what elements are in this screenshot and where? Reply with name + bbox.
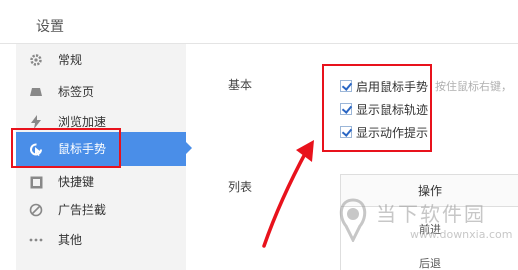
table-row[interactable]: 后退 <box>341 255 518 270</box>
sidebar-item-label: 广告拦截 <box>58 203 107 217</box>
sidebar-item-ad-block[interactable]: 广告拦截 <box>16 194 186 226</box>
sidebar-item-label: 其他 <box>58 233 83 247</box>
sidebar-item-label: 标签页 <box>58 85 95 99</box>
section-label-basic: 基本 <box>228 78 253 92</box>
sidebar-item-label: 常规 <box>58 53 83 67</box>
more-icon <box>28 232 44 248</box>
sidebar-item-label: 快捷键 <box>58 175 95 189</box>
sidebar-item-general[interactable]: 常规 <box>16 44 186 76</box>
block-icon <box>28 202 44 218</box>
tab-icon <box>28 84 44 100</box>
watermark-text: 当下软件园 <box>376 202 486 226</box>
watermark-url: www.downxia.com <box>410 228 513 241</box>
highlight-box-sidebar <box>11 128 121 168</box>
page-title: 设置 <box>36 19 64 35</box>
keyboard-icon <box>28 174 44 190</box>
annotation-arrow <box>262 140 314 248</box>
watermark-logo-icon <box>339 198 367 242</box>
highlight-box-options <box>322 64 432 152</box>
section-label-list: 列表 <box>228 180 253 194</box>
sidebar-item-tabs[interactable]: 标签页 <box>16 76 186 108</box>
sidebar-item-other[interactable]: 其他 <box>16 224 186 256</box>
gesture-hint-text: 按住鼠标右键， <box>435 80 512 93</box>
watermark: 当下软件园 www.downxia.com <box>336 192 518 252</box>
gear-icon <box>28 52 44 68</box>
